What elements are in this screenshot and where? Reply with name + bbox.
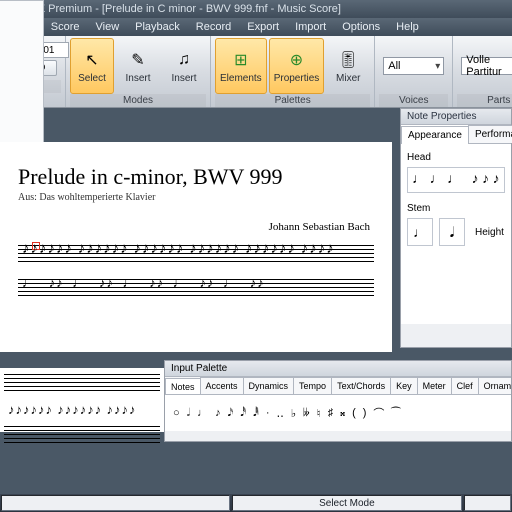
stem-up-button[interactable]: 𝅘𝅥 [439, 218, 465, 246]
parts-group-label: Parts [457, 94, 512, 107]
paltab-notes[interactable]: Notes [165, 378, 201, 395]
elements-icon: ⊞ [229, 48, 253, 72]
treble-staff[interactable]: ♪♪♪♪♪♪ ♪♪♪♪♪♪ ♪♪♪♪♪♪ ♪♪♪♪♪♪ ♪♪♪♪♪♪ ♪♪♪♪ [18, 239, 374, 273]
score-composer: Johann Sebastian Bach [18, 221, 370, 233]
score-title: Prelude in c-minor, BWV 999 [18, 164, 374, 190]
menu-record[interactable]: Record [196, 21, 231, 33]
sixtyfourth-note-icon[interactable]: 𝅘𝅥𝅱 [253, 407, 259, 420]
doubleflat-icon[interactable]: 𝄫 [303, 407, 310, 420]
menu-score[interactable]: Score [51, 21, 80, 33]
score-page[interactable]: Prelude in c-minor, BWV 999 Aus: Das woh… [0, 142, 392, 352]
voices-combo[interactable]: All [383, 57, 444, 75]
paltab-textchords[interactable]: Text/Chords [331, 377, 391, 394]
natural-icon[interactable]: ♮ [317, 407, 321, 420]
paren-open-icon[interactable]: ( [352, 407, 356, 419]
menu-view[interactable]: View [96, 21, 120, 33]
whole-note-icon[interactable]: ○ [173, 407, 180, 419]
paltab-dynamics[interactable]: Dynamics [243, 377, 295, 394]
menu-options[interactable]: Options [342, 21, 380, 33]
quarter-note-icon[interactable]: ♩ [197, 407, 208, 419]
paltab-key[interactable]: Key [390, 377, 418, 394]
input-palette-panel: Input Palette Notes Accents Dynamics Tem… [164, 360, 512, 442]
status-mode-cell: Select Mode [232, 495, 461, 511]
sixteenth-note-icon[interactable]: 𝅘𝅥𝅯 [228, 407, 234, 420]
menu-bar: Notes Score View Playback Record Export … [0, 18, 512, 36]
note-duration-row: ○ 𝅗𝅥 ♩ ♪ 𝅘𝅥𝅯 𝅘𝅥𝅰 𝅘𝅥𝅱 · ‥ ♭ 𝄫 ♮ ♯ 𝄪 ( ) ⌒… [165, 395, 511, 431]
menu-import[interactable]: Import [295, 21, 326, 33]
half-note-icon[interactable]: 𝅗𝅥 [187, 407, 191, 420]
stem-label: Stem [407, 203, 505, 214]
status-cell-1 [1, 495, 230, 511]
paltab-tempo[interactable]: Tempo [293, 377, 332, 394]
insert-staff-button[interactable]: ♫Insert [162, 38, 206, 94]
palettes-group-label: Palettes [215, 94, 370, 107]
thirtysecond-note-icon[interactable]: 𝅘𝅥𝅰 [240, 407, 246, 420]
mixer-icon: 🎚 [336, 48, 360, 72]
tab-performance[interactable]: Performance [468, 125, 512, 143]
eighth-note-icon[interactable]: ♪ [215, 407, 221, 419]
elements-palette-button[interactable]: ⊞Elements [215, 38, 267, 94]
paltab-meter[interactable]: Meter [417, 377, 452, 394]
input-palette-title: Input Palette [165, 361, 511, 377]
music-notes-bass: ♩ ♪♪ ♩ ♪♪ ♩ ♪♪ ♩ ♪♪ ♩ ♪♪ [22, 275, 370, 291]
bass-staff[interactable]: ♩ ♪♪ ♩ ♪♪ ♩ ♪♪ ♩ ♪♪ ♩ ♪♪ [18, 275, 374, 303]
height-label: Height [475, 227, 504, 238]
pencil-icon: ✎ [126, 48, 150, 72]
insert-note-button[interactable]: ✎Insert [116, 38, 160, 94]
doubledot-icon[interactable]: ‥ [277, 407, 284, 420]
paltab-ornaments[interactable]: Ornaments [478, 377, 511, 394]
note-properties-title: Note Properties [401, 109, 511, 125]
music-notes-snippet: ♪♪♪♪♪♪ ♪♪♪♪♪♪ ♪♪♪♪ [8, 402, 164, 418]
menu-help[interactable]: Help [396, 21, 419, 33]
dot-icon[interactable]: · [266, 407, 270, 419]
menu-export[interactable]: Export [247, 21, 279, 33]
properties-palette-button[interactable]: ⊕Properties [269, 38, 325, 94]
doublesharp-icon[interactable]: 𝄪 [340, 407, 345, 420]
paren-close-icon[interactable]: ) [363, 407, 367, 419]
music-notes: ♪♪♪♪♪♪ ♪♪♪♪♪♪ ♪♪♪♪♪♪ ♪♪♪♪♪♪ ♪♪♪♪♪♪ ♪♪♪♪ [22, 241, 370, 258]
window-title: FORTE Premium - [Prelude in C minor - BW… [0, 0, 512, 18]
select-mode-button[interactable]: ↖Select [70, 38, 114, 94]
tab-appearance[interactable]: Appearance [401, 126, 469, 144]
note-properties-panel: Note Properties Appearance Performance C… [400, 108, 512, 348]
status-bar: Select Mode [0, 494, 512, 512]
slur-icon[interactable]: ⁀ [391, 407, 400, 420]
voices-group-label: Voices [379, 94, 448, 107]
status-cell-3 [464, 495, 511, 511]
cursor-icon: ↖ [80, 48, 104, 72]
properties-icon: ⊕ [284, 48, 308, 72]
flat-icon[interactable]: ♭ [291, 407, 296, 420]
tie-icon[interactable]: ⌒ [373, 405, 384, 421]
mixer-button[interactable]: 🎚Mixer [326, 38, 370, 94]
paltab-clef[interactable]: Clef [451, 377, 479, 394]
paltab-accents[interactable]: Accents [200, 377, 244, 394]
score-subtitle: Aus: Das wohltemperierte Klavier [18, 192, 374, 203]
notehead-picker[interactable]: ♩ ♩ ♩ ♪ ♪ ♪ [407, 167, 505, 193]
parts-combo[interactable]: Volle Partitur [461, 57, 512, 75]
stem-down-button[interactable]: ♩ [407, 218, 433, 246]
ribbon-toolbar: ◄► ⊙ Go To ↖Select ✎Insert ♫Insert Modes… [0, 36, 512, 108]
staff-icon: ♫ [172, 48, 196, 72]
head-label: Head [407, 152, 505, 163]
sharp-icon[interactable]: ♯ [328, 407, 334, 419]
score-continuation[interactable]: ♪♪♪♪♪♪ ♪♪♪♪♪♪ ♪♪♪♪ [0, 368, 164, 432]
menu-playback[interactable]: Playback [135, 21, 180, 33]
modes-group-label: Modes [70, 94, 206, 107]
